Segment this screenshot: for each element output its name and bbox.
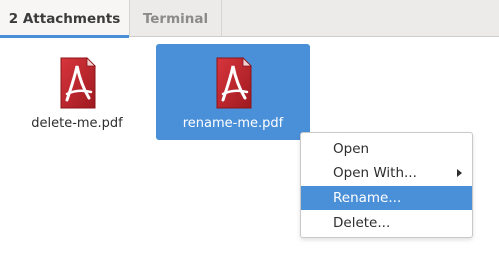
file-name: delete-me.pdf	[31, 116, 123, 131]
menu-item-delete[interactable]: Delete...	[301, 211, 472, 235]
file-item-delete-me[interactable]: delete-me.pdf	[0, 44, 154, 140]
menu-item-label: Open With...	[333, 165, 417, 181]
menu-item-label: Delete...	[333, 215, 391, 231]
tab-bar: 2 Attachments Terminal	[0, 0, 499, 38]
pdf-file-icon	[216, 57, 252, 109]
file-item-rename-me[interactable]: rename-me.pdf	[156, 44, 310, 140]
tab-attachments[interactable]: 2 Attachments	[0, 0, 130, 38]
submenu-arrow-icon	[457, 169, 462, 177]
menu-item-open-with[interactable]: Open With...	[301, 161, 472, 185]
menu-item-open[interactable]: Open	[301, 137, 472, 161]
menu-item-label: Open	[333, 141, 370, 157]
pdf-file-icon	[60, 57, 96, 109]
menu-item-label: Rename...	[333, 190, 402, 206]
menu-item-rename[interactable]: Rename...	[301, 186, 472, 210]
context-menu: Open Open With... Rename... Delete...	[300, 132, 473, 238]
tab-terminal[interactable]: Terminal	[130, 0, 222, 37]
file-name: rename-me.pdf	[182, 116, 284, 131]
